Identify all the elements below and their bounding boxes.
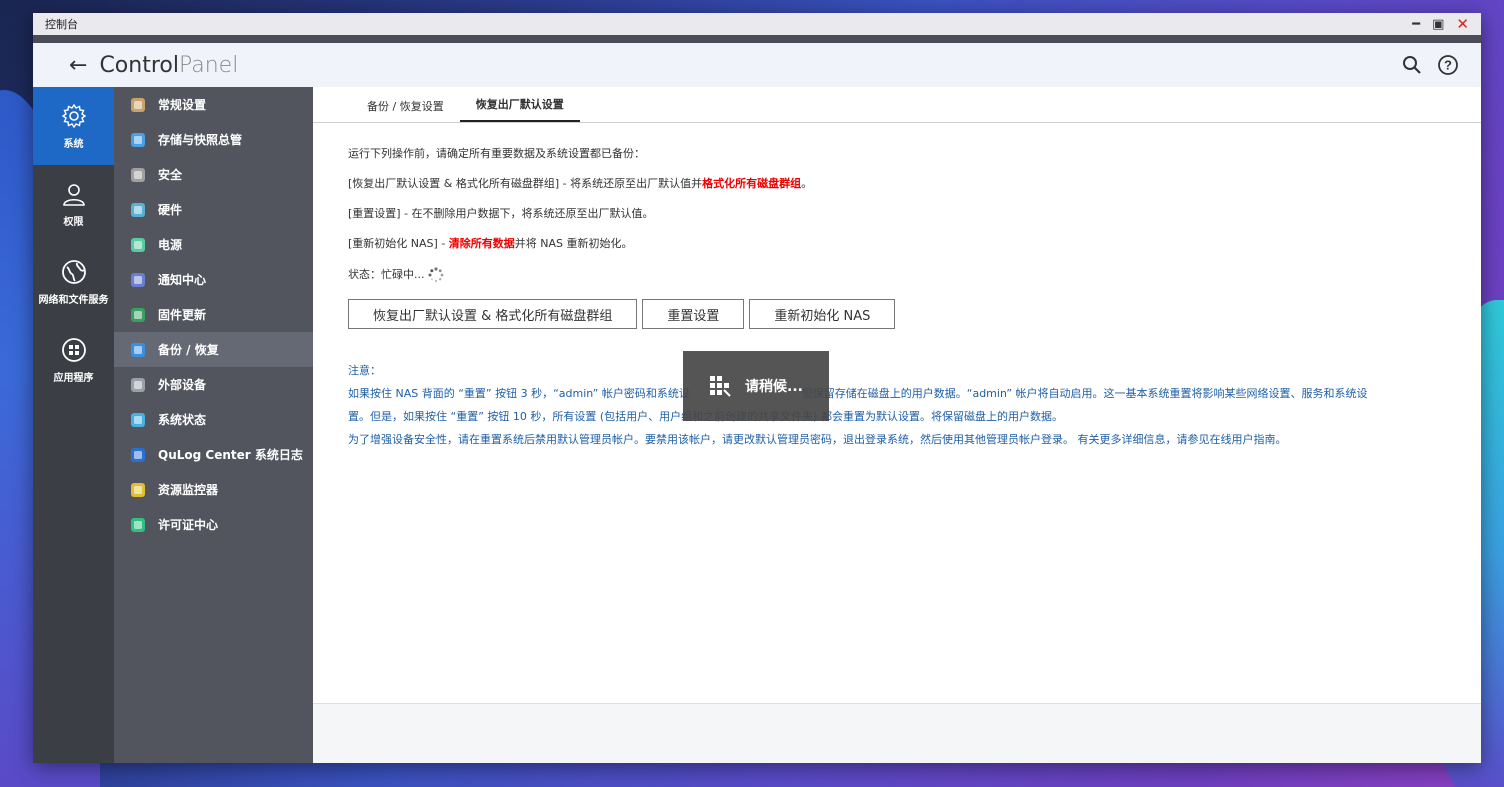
rail-item-network[interactable]: 网络和文件服务 bbox=[33, 243, 114, 321]
license-icon bbox=[128, 515, 148, 535]
note-block: 注意： 如果按住 NAS 背面的 “重置” 按钮 3 秒，“admin” 帐户密… bbox=[348, 359, 1446, 451]
loading-spinner-icon bbox=[428, 267, 444, 283]
minimize-icon[interactable]: ━ bbox=[1412, 18, 1420, 31]
hardware-icon bbox=[128, 200, 148, 220]
monitor-icon bbox=[128, 410, 148, 430]
factory-reset-button[interactable]: 恢复出厂默认设置 & 格式化所有磁盘群组 bbox=[348, 299, 638, 329]
note-line-3: 为了增强设备安全性，请在重置系统后禁用默认管理员帐户。要禁用该帐户，请更改默认管… bbox=[348, 433, 1287, 446]
reinit-desc: [重新初始化 NAS] - 清除所有数据并将 NAS 重新初始化。 bbox=[348, 237, 633, 250]
rail-item-apps[interactable]: 应用程序 bbox=[33, 321, 114, 399]
please-wait-overlay: 请稍候... bbox=[683, 351, 829, 421]
sidebar-item-label: 电源 bbox=[158, 238, 183, 252]
tab-factory-reset[interactable]: 恢复出厂默认设置 bbox=[459, 96, 580, 122]
sidebar-item[interactable]: QuLog Center 系统日志 bbox=[114, 437, 313, 472]
sidebar-item[interactable]: 存储与快照总管 bbox=[114, 122, 313, 157]
user-icon bbox=[62, 183, 85, 206]
search-icon[interactable] bbox=[1401, 54, 1423, 76]
sidebar-item[interactable]: 外部设备 bbox=[114, 367, 313, 402]
sidebar-item[interactable]: 硬件 bbox=[114, 192, 313, 227]
external-device-icon bbox=[128, 375, 148, 395]
help-icon[interactable]: ? bbox=[1437, 54, 1459, 76]
sidebar-item[interactable]: 固件更新 bbox=[114, 297, 313, 332]
sidebar-item-label: 备份 / 恢复 bbox=[158, 343, 219, 357]
sidebar-item-label: 外部设备 bbox=[158, 378, 207, 392]
sidebar-item[interactable]: 许可证中心 bbox=[114, 507, 313, 542]
loading-grid-icon bbox=[710, 376, 731, 397]
sidebar-item-label: 固件更新 bbox=[158, 308, 207, 322]
sidebar: 常规设置存储与快照总管 安全硬件电源通知中心固件更新备份 / 恢复 外部设备系统状态… bbox=[114, 87, 313, 763]
sidebar-item-label: 存储与快照总管 bbox=[158, 133, 243, 147]
qulog-icon bbox=[128, 445, 148, 465]
svg-text:?: ? bbox=[1444, 58, 1452, 73]
title-divider bbox=[33, 35, 1481, 43]
general-settings-icon bbox=[128, 95, 148, 115]
reinit-nas-button[interactable]: 重新初始化 NAS bbox=[749, 299, 896, 329]
control-panel-window: 控制台 ━ ▣ ✕ ← ControlPanel ? 系统 权限 网络和文件服务… bbox=[33, 13, 1481, 763]
sidebar-item[interactable]: 系统状态 bbox=[114, 402, 313, 437]
tab-bar: 备份 / 恢复设置 恢复出厂默认设置 bbox=[313, 87, 1481, 123]
action-buttons: 恢复出厂默认设置 & 格式化所有磁盘群组 重置设置 重新初始化 NAS bbox=[348, 299, 1446, 329]
resource-monitor-icon bbox=[128, 480, 148, 500]
content-footer bbox=[313, 703, 1481, 763]
close-icon[interactable]: ✕ bbox=[1456, 16, 1469, 31]
rail-item-system[interactable]: 系统 bbox=[33, 87, 114, 165]
maximize-icon[interactable]: ▣ bbox=[1432, 18, 1444, 31]
storage-icon bbox=[128, 130, 148, 150]
please-wait-text: 请稍候... bbox=[745, 379, 803, 395]
apps-icon bbox=[61, 337, 86, 362]
status-label: 状态： bbox=[348, 268, 381, 281]
note-title: 注意： bbox=[348, 364, 381, 377]
sidebar-item-label: 常规设置 bbox=[158, 98, 207, 112]
rail-item-permissions[interactable]: 权限 bbox=[33, 165, 114, 243]
sidebar-item-label: 资源监控器 bbox=[158, 483, 219, 497]
sidebar-item-label: 硬件 bbox=[158, 203, 183, 217]
sidebar-item[interactable]: 常规设置 bbox=[114, 87, 313, 122]
note-line-2: 置。但是，如果按住 “重置” 按钮 10 秒，所有设置 (包括用户、用户组和之前… bbox=[348, 410, 1063, 423]
sidebar-item[interactable]: 资源监控器 bbox=[114, 472, 313, 507]
reset-settings-desc: [重置设置] - 在不删除用户数据下，将系统还原至出厂默认值。 bbox=[348, 207, 654, 220]
status-value: 忙碌中... bbox=[381, 268, 425, 281]
sidebar-item-label: QuLog Center 系统日志 bbox=[158, 448, 303, 462]
sidebar-item[interactable]: 通知中心 bbox=[114, 262, 313, 297]
app-brand: ControlPanel bbox=[99, 52, 239, 78]
tab-backup-restore[interactable]: 备份 / 恢复设置 bbox=[351, 98, 460, 122]
category-rail: 系统 权限 网络和文件服务 应用程序 bbox=[33, 87, 114, 763]
note-line-1: 如果按住 NAS 背面的 “重置” 按钮 3 秒，“admin” 帐户密码和系统… bbox=[348, 387, 1368, 400]
globe-icon bbox=[61, 259, 86, 284]
gear-icon bbox=[61, 103, 86, 128]
backup-icon bbox=[128, 340, 148, 360]
sidebar-item-label: 系统状态 bbox=[158, 413, 207, 427]
window-titlebar: 控制台 ━ ▣ ✕ bbox=[33, 13, 1481, 35]
sidebar-item-label: 安全 bbox=[158, 168, 183, 182]
status-line: 状态：忙碌中... bbox=[348, 267, 1446, 283]
content-area: 备份 / 恢复设置 恢复出厂默认设置 运行下列操作前，请确定所有重要数据及系统设… bbox=[313, 87, 1481, 763]
factory-reset-desc: [恢复出厂默认设置 & 格式化所有磁盘群组] - 将系统还原至出厂默认值并格式化… bbox=[348, 177, 813, 190]
notification-icon bbox=[128, 270, 148, 290]
sidebar-item[interactable]: 备份 / 恢复 bbox=[114, 332, 313, 367]
window-title: 控制台 bbox=[45, 18, 78, 31]
back-arrow-icon[interactable]: ← bbox=[69, 53, 87, 78]
reset-settings-button[interactable]: 重置设置 bbox=[642, 299, 745, 329]
power-icon bbox=[128, 235, 148, 255]
app-header: ← ControlPanel ? bbox=[33, 43, 1481, 87]
sidebar-item[interactable]: 电源 bbox=[114, 227, 313, 262]
sidebar-item[interactable]: 安全 bbox=[114, 157, 313, 192]
firmware-icon bbox=[128, 305, 148, 325]
lock-icon bbox=[128, 165, 148, 185]
sidebar-item-label: 许可证中心 bbox=[158, 518, 219, 532]
intro-text: 运行下列操作前，请确定所有重要数据及系统设置都已备份： bbox=[348, 147, 645, 160]
sidebar-item-label: 通知中心 bbox=[158, 273, 207, 287]
